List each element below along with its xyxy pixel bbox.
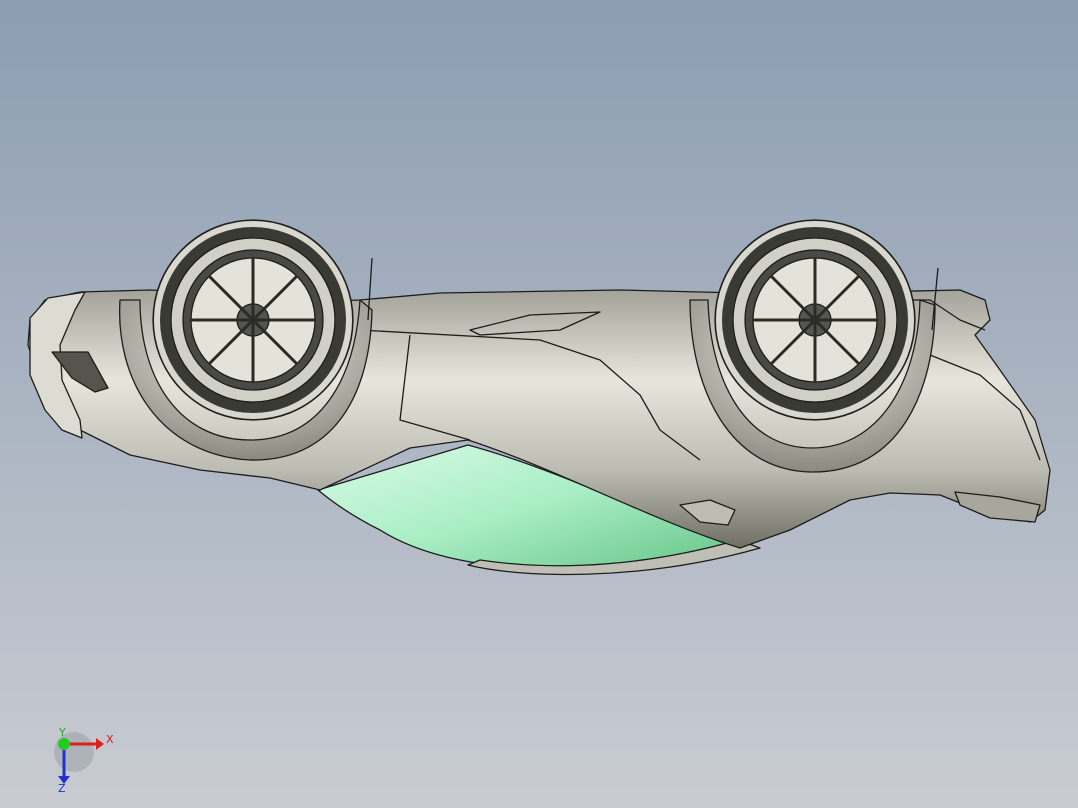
- graphics-viewport[interactable]: X Y Z: [0, 0, 1078, 808]
- front-wheel: [152, 219, 354, 421]
- rear-wheel: [714, 219, 916, 421]
- coordinate-triad[interactable]: X Y Z: [40, 722, 130, 794]
- x-axis-arrowhead: [96, 738, 104, 750]
- y-axis-dot: [58, 738, 70, 750]
- y-axis-label: Y: [58, 726, 66, 739]
- z-axis-label: Z: [58, 782, 66, 794]
- model-canvas[interactable]: [0, 0, 1078, 808]
- x-axis-label: X: [106, 733, 114, 746]
